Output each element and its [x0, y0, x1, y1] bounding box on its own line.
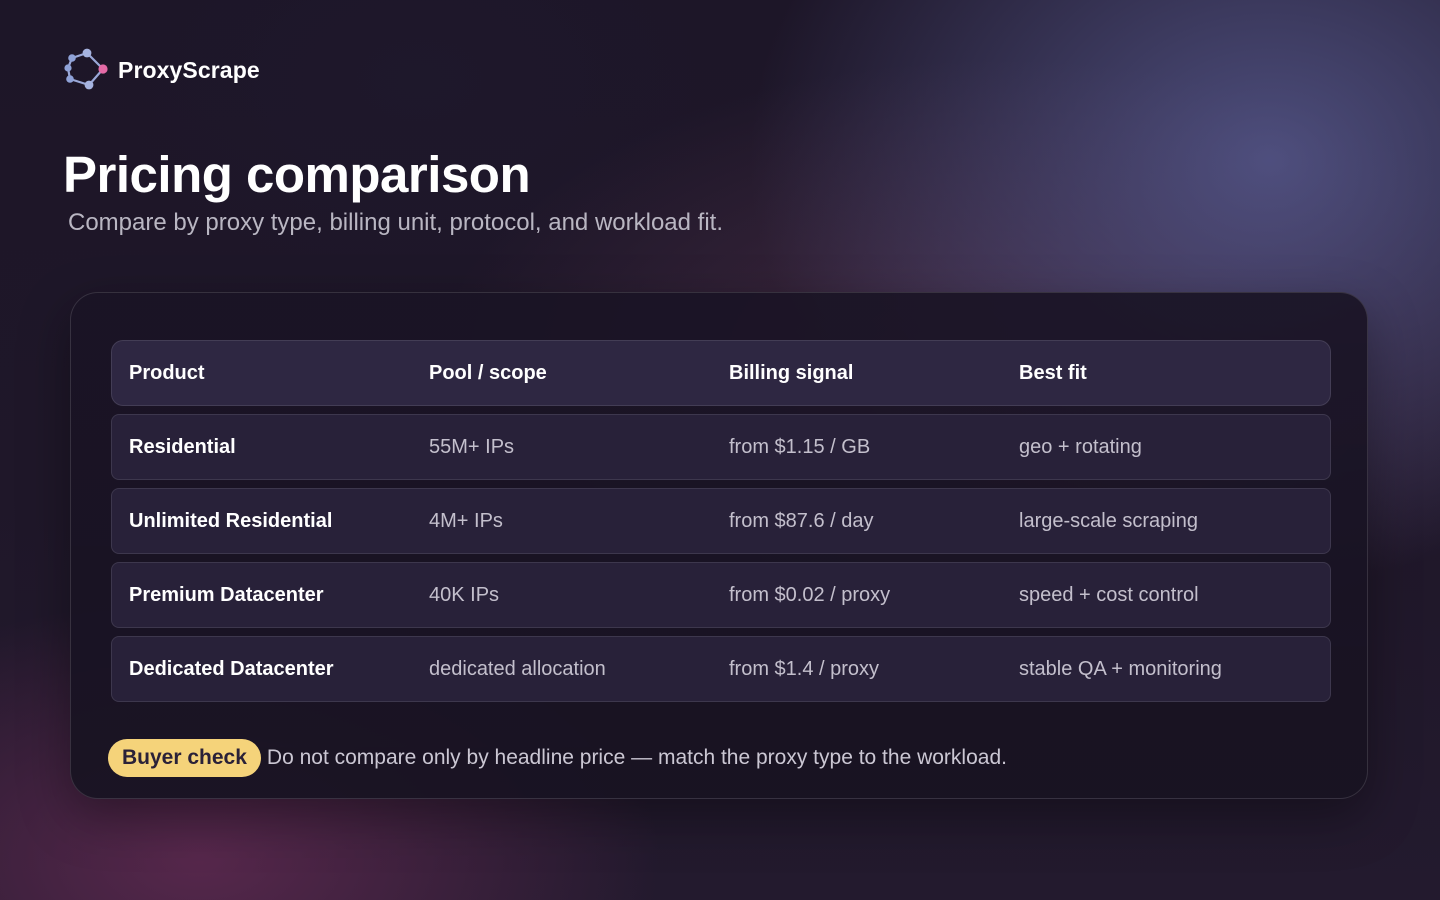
product-name: Dedicated Datacenter [129, 657, 334, 680]
brand[interactable]: ProxyScrape [62, 48, 260, 92]
table-row: Premium Datacenter 40K IPs from $0.02 / … [111, 562, 1331, 628]
table-header-row: Product Pool / scope Billing signal Best… [111, 340, 1331, 406]
billing-signal: from $87.6 / day [729, 509, 874, 532]
product-name: Premium Datacenter [129, 583, 324, 606]
product-name: Unlimited Residential [129, 509, 333, 532]
table-row: Residential 55M+ IPs from $1.15 / GB geo… [111, 414, 1331, 480]
network-nodes-icon [64, 48, 108, 90]
table-row: Unlimited Residential 4M+ IPs from $87.6… [111, 488, 1331, 554]
billing-signal: from $1.4 / proxy [729, 657, 880, 680]
best-fit: large-scale scraping [1019, 509, 1198, 532]
buyer-check-badge: Buyer check [108, 739, 261, 777]
pricing-table-card: Product Pool / scope Billing signal Best… [70, 292, 1368, 799]
best-fit: stable QA + monitoring [1019, 657, 1222, 680]
pool-scope: 55M+ IPs [429, 435, 515, 458]
buyer-note: Buyer check Do not compare only by headl… [108, 739, 1007, 777]
pool-scope: 4M+ IPs [429, 509, 503, 532]
buyer-note-text: Do not compare only by headline price — … [266, 746, 1007, 769]
pool-scope: dedicated allocation [429, 657, 606, 680]
best-fit: geo + rotating [1019, 435, 1142, 458]
column-header-billing: Billing signal [729, 361, 854, 384]
table-row: Dedicated Datacenter dedicated allocatio… [111, 636, 1331, 702]
brand-name: ProxyScrape [118, 56, 260, 83]
pool-scope: 40K IPs [429, 583, 500, 606]
column-header-pool: Pool / scope [429, 361, 547, 384]
product-name: Residential [129, 435, 236, 458]
page-subtitle: Compare by proxy type, billing unit, pro… [68, 209, 723, 236]
column-header-best-fit: Best fit [1019, 361, 1087, 384]
billing-signal: from $1.15 / GB [729, 435, 871, 458]
best-fit: speed + cost control [1019, 583, 1199, 606]
page-title: Pricing comparison [63, 146, 531, 203]
billing-signal: from $0.02 / proxy [729, 583, 891, 606]
column-header-product: Product [129, 361, 205, 384]
